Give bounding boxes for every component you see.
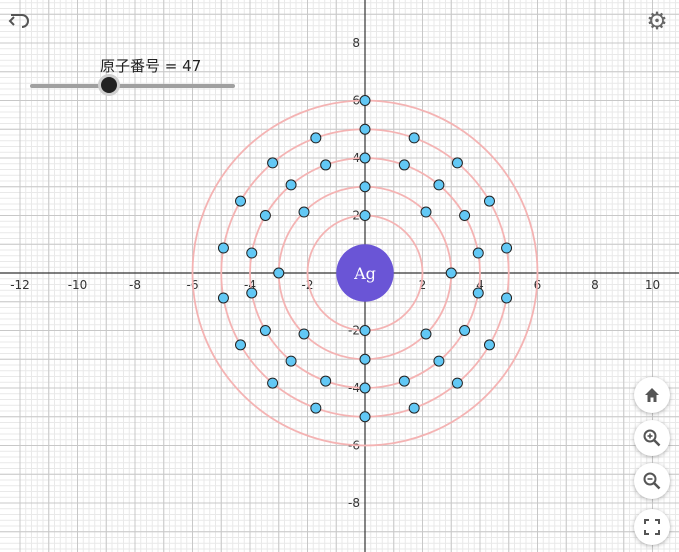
x-tick-label: -12 (10, 278, 30, 292)
electron (285, 179, 297, 191)
electron (285, 355, 297, 367)
electron (451, 157, 463, 169)
electron (359, 353, 371, 365)
zoom-out-icon (643, 472, 661, 490)
electron (267, 157, 279, 169)
electron (259, 325, 271, 336)
electron (217, 242, 229, 254)
slider-label: 原子番号 = 47 (100, 55, 201, 76)
electron (267, 377, 279, 389)
slider-equals: = (164, 57, 178, 75)
electron (408, 402, 420, 414)
electron (472, 247, 484, 259)
electron (246, 247, 258, 259)
electron (359, 411, 371, 423)
electron (420, 206, 432, 218)
electron (359, 382, 371, 394)
home-icon (645, 388, 659, 402)
electron (320, 375, 332, 387)
gear-icon[interactable]: ⚙ (644, 8, 670, 34)
slider-track[interactable] (30, 84, 235, 88)
electron (420, 328, 432, 340)
electron (310, 132, 322, 144)
electron (273, 267, 285, 279)
electron (235, 339, 247, 351)
electron (501, 292, 513, 304)
y-tick-label: -8 (348, 496, 360, 510)
electron (359, 325, 371, 336)
slider-value: 47 (182, 57, 202, 75)
electron (483, 339, 495, 351)
element-symbol: Ag (353, 264, 376, 283)
undo-icon[interactable] (8, 10, 34, 32)
electron (451, 377, 463, 389)
fullscreen-button[interactable] (634, 509, 670, 545)
x-tick-label: -8 (129, 278, 141, 292)
x-tick-label: 10 (645, 278, 660, 292)
fullscreen-icon (644, 519, 660, 535)
electron (408, 132, 420, 144)
electron (217, 292, 229, 304)
zoom-out-button[interactable] (634, 463, 670, 499)
electron (501, 242, 513, 254)
x-tick-label: -10 (68, 278, 88, 292)
electron (459, 210, 471, 221)
electron (359, 181, 371, 193)
electron (235, 195, 247, 207)
y-tick-label: 8 (352, 36, 360, 50)
electron (445, 267, 457, 279)
slider-label-text: 原子番号 (100, 57, 161, 75)
electron (398, 159, 410, 171)
electron (459, 325, 471, 336)
electron (298, 328, 310, 340)
electron (246, 287, 258, 299)
zoom-in-icon (643, 429, 661, 447)
electron (310, 402, 322, 414)
graphing-app: -12 -10 -8 -6 -4 -2 2 4 6 8 10 8 6 4 2 -2 -4 -6 -8 Ag ⚙ 原子番… (0, 0, 679, 552)
electron (398, 375, 410, 387)
atomic-number-slider: 原子番号 = 47 (30, 55, 240, 95)
electron (320, 159, 332, 171)
electron (359, 123, 371, 135)
electron (359, 210, 371, 221)
electron (259, 210, 271, 221)
electron (433, 179, 445, 191)
home-button[interactable] (634, 377, 670, 413)
electron (433, 355, 445, 367)
x-tick-label: 8 (591, 278, 599, 292)
electron (359, 95, 371, 106)
electron (483, 195, 495, 207)
electron (359, 152, 371, 164)
slider-thumb[interactable] (101, 77, 117, 93)
electron (298, 206, 310, 218)
electron (472, 287, 484, 299)
zoom-in-button[interactable] (634, 420, 670, 456)
